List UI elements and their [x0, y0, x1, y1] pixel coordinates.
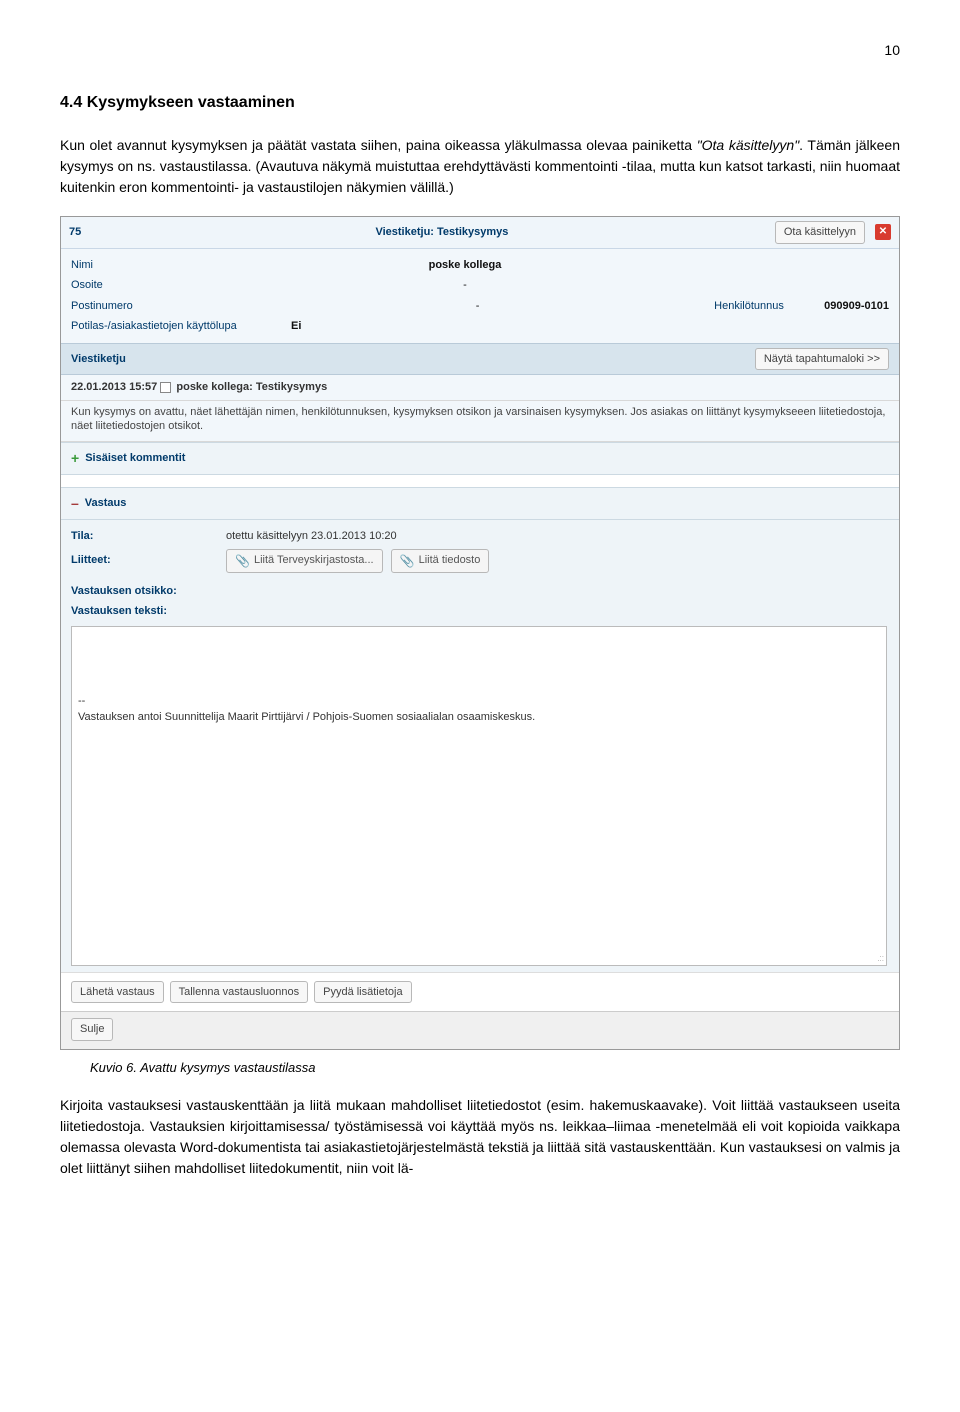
intro-paragraph: Kun olet avannut kysymyksen ja päätät va…: [60, 135, 900, 198]
figure-caption: Kuvio 6. Avattu kysymys vastaustilassa: [90, 1058, 900, 1078]
zip-value: -: [241, 298, 714, 315]
permission-value: Ei: [291, 318, 301, 335]
attach-lib-label: Liitä Terveyskirjastosta...: [254, 552, 374, 569]
close-button[interactable]: Sulje: [71, 1018, 113, 1041]
thread-title-area: Viestiketju: Testikysymys: [119, 224, 765, 241]
reply-title-label: Vastauksen otsikko:: [71, 583, 226, 600]
paperclip-icon: 📎: [400, 552, 415, 570]
reply-text-label: Vastauksen teksti:: [71, 603, 226, 620]
thread-label: Viestiketju:: [375, 226, 437, 238]
message-author: poske kollega: Testikysymys: [176, 381, 327, 393]
info-block: Nimi poske kollega Osoite - Postinumero …: [61, 249, 899, 343]
section-heading: 4.4 Kysymykseen vastaaminen: [60, 91, 900, 115]
reply-signature: -- Vastauksen antoi Suunnittelija Maarit…: [78, 693, 880, 726]
permission-label: Potilas-/asiakastietojen käyttölupa: [71, 318, 291, 335]
resize-handle-icon[interactable]: .....: [874, 953, 884, 963]
zip-label: Postinumero: [71, 298, 241, 315]
comments-label: Sisäiset kommentit: [85, 450, 185, 467]
thread-number: 75: [69, 224, 109, 241]
status-label: Tila:: [71, 528, 226, 545]
message-header: 22.01.2013 15:57 poske kollega: Testikys…: [61, 375, 899, 401]
thread-header: 75 Viestiketju: Testikysymys Ota käsitte…: [61, 217, 899, 249]
send-reply-button[interactable]: Lähetä vastaus: [71, 981, 164, 1004]
after-paragraph: Kirjoita vastauksesi vastauskenttään ja …: [60, 1095, 900, 1179]
reply-textarea[interactable]: -- Vastauksen antoi Suunnittelija Maarit…: [71, 626, 887, 966]
minus-icon: –: [71, 493, 79, 514]
status-value: otettu käsittelyyn 23.01.2013 10:20: [226, 528, 397, 545]
message-body: Kun kysymys on avattu, näet lähettäjän n…: [61, 401, 899, 443]
reply-body: Tila: otettu käsittelyyn 23.01.2013 10:2…: [61, 520, 899, 972]
reply-bar[interactable]: – Vastaus: [61, 487, 899, 520]
thread-bar: Viestiketju Näytä tapahtumaloki >>: [61, 343, 899, 376]
paperclip-icon: 📎: [235, 552, 250, 570]
message-timestamp: 22.01.2013 15:57: [71, 381, 157, 393]
user-icon: [160, 382, 171, 393]
intro-text-1: Kun olet avannut kysymyksen ja päätät va…: [60, 137, 697, 153]
address-label: Osoite: [71, 277, 241, 294]
save-draft-button[interactable]: Tallenna vastausluonnos: [170, 981, 308, 1004]
thread-title: Testikysymys: [437, 226, 508, 238]
reply-label: Vastaus: [85, 495, 127, 512]
ssn-label: Henkilötunnus: [714, 298, 824, 315]
show-log-button[interactable]: Näytä tapahtumaloki >>: [755, 348, 889, 371]
plus-icon: +: [71, 448, 79, 469]
name-label: Nimi: [71, 257, 241, 274]
comments-bar[interactable]: + Sisäiset kommentit: [61, 442, 899, 475]
spacer: [61, 475, 899, 487]
name-value: poske kollega: [241, 257, 689, 274]
page-number: 10: [60, 40, 900, 61]
attach-file-button[interactable]: 📎 Liitä tiedosto: [391, 549, 490, 573]
address-value: -: [241, 277, 689, 294]
close-icon[interactable]: ✕: [875, 224, 891, 240]
screenshot-figure: 75 Viestiketju: Testikysymys Ota käsitte…: [60, 216, 900, 1050]
close-row: Sulje: [61, 1011, 899, 1049]
thread-bar-label: Viestiketju: [71, 351, 126, 368]
attachments-label: Liitteet:: [71, 552, 226, 569]
attach-from-library-button[interactable]: 📎 Liitä Terveyskirjastosta...: [226, 549, 383, 573]
action-row: Lähetä vastaus Tallenna vastausluonnos P…: [61, 972, 899, 1012]
take-ownership-button[interactable]: Ota käsittelyyn: [775, 221, 865, 244]
intro-quote: "Ota käsittelyyn": [697, 137, 799, 153]
attach-file-label: Liitä tiedosto: [419, 552, 481, 569]
request-info-button[interactable]: Pyydä lisätietoja: [314, 981, 412, 1004]
ssn-value: 090909-0101: [824, 298, 889, 315]
